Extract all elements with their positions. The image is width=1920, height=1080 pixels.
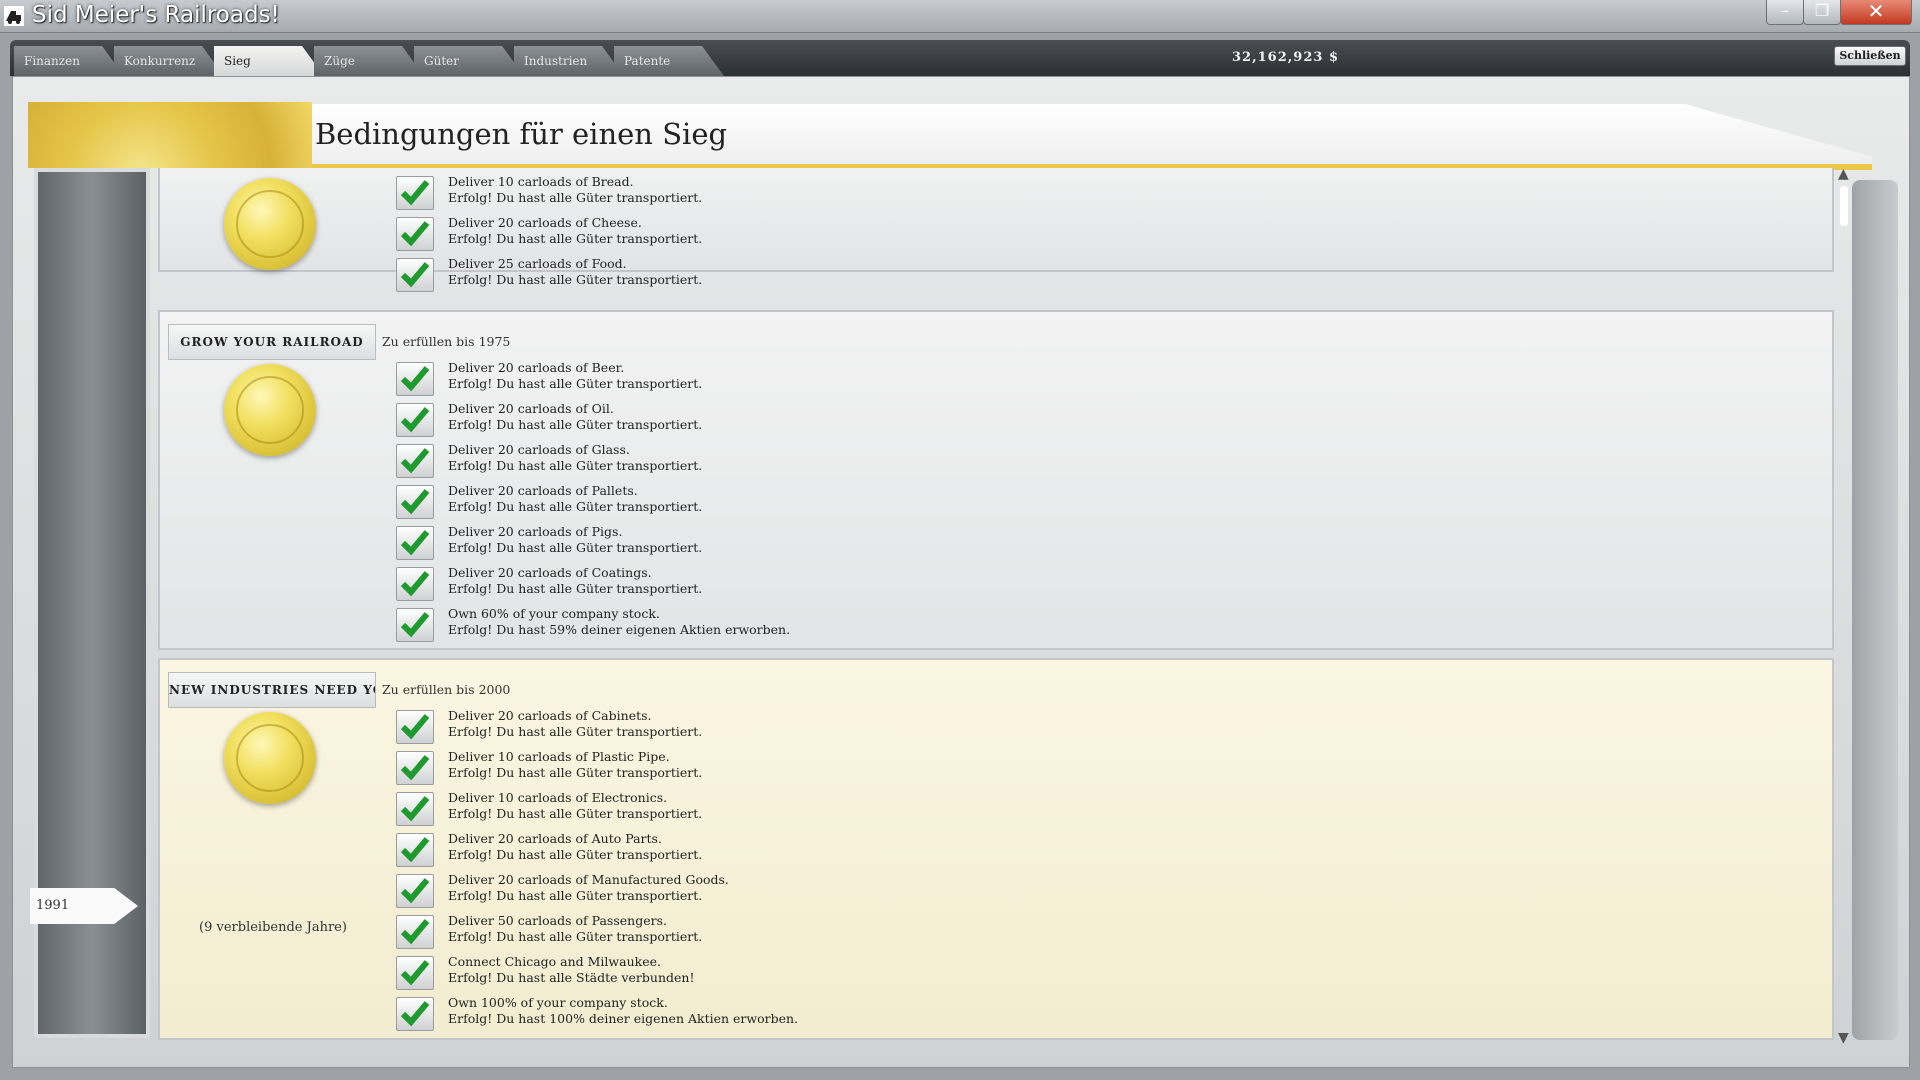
section-deadline: Zu erfüllen bis 2000 xyxy=(382,682,511,697)
condition-task: Deliver 50 carloads of Passengers. xyxy=(448,913,667,928)
gold-medal-icon xyxy=(224,712,316,804)
condition-task: Deliver 10 carloads of Plastic Pipe. xyxy=(448,749,670,764)
condition-task: Deliver 20 carloads of Auto Parts. xyxy=(448,831,662,846)
window-close-button[interactable]: ✕ xyxy=(1840,0,1912,25)
scroll-down-icon[interactable]: ▼ xyxy=(1838,1030,1849,1046)
tab-sieg[interactable]: Sieg xyxy=(214,46,324,76)
checkmark-icon xyxy=(396,567,434,601)
tab-bar: Finanzen Konkurrenz Sieg Züge Güter Indu… xyxy=(10,40,1910,76)
tab-zuege[interactable]: Züge xyxy=(314,46,424,76)
condition-status: Erfolg! Du hast alle Güter transportiert… xyxy=(448,231,703,246)
condition-task: Deliver 20 carloads of Coatings. xyxy=(448,565,652,580)
tab-industrien[interactable]: Industrien xyxy=(514,46,624,76)
remaining-years: (9 verbleibende Jahre) xyxy=(199,920,347,935)
checkmark-icon xyxy=(396,444,434,478)
condition-task: Deliver 20 carloads of Pigs. xyxy=(448,524,623,539)
gold-medal-icon xyxy=(224,364,316,456)
conditions-list[interactable]: Deliver 10 carloads of Bread. Erfolg! Du … xyxy=(158,168,1834,1041)
condition-task: Own 100% of your company stock. xyxy=(448,995,668,1010)
condition-status: Erfolg! Du hast alle Güter transportiert… xyxy=(448,499,703,514)
checkmark-icon xyxy=(396,956,434,990)
condition-status: Erfolg! Du hast alle Güter transportiert… xyxy=(448,888,703,903)
checkmark-icon xyxy=(396,710,434,744)
checkmark-icon xyxy=(396,362,434,396)
condition-status: Erfolg! Du hast 59% deiner eigenen Aktie… xyxy=(448,622,791,637)
header-medal-decoration xyxy=(28,102,312,168)
condition-status: Erfolg! Du hast alle Güter transportiert… xyxy=(448,376,703,391)
gold-medal-icon xyxy=(224,178,316,270)
checkmark-icon xyxy=(396,915,434,949)
section-name: NEW INDUSTRIES NEED YOUR RA xyxy=(168,672,376,708)
money-display: 32,162,923 $ xyxy=(1232,50,1339,65)
section-name: GROW YOUR RAILROAD xyxy=(168,324,376,360)
checkmark-icon xyxy=(396,258,434,292)
condition-status: Erfolg! Du hast alle Güter transportiert… xyxy=(448,272,703,287)
condition-task: Deliver 20 carloads of Oil. xyxy=(448,401,614,416)
tab-finanzen[interactable]: Finanzen xyxy=(14,46,124,76)
condition-status: Erfolg! Du hast alle Güter transportiert… xyxy=(448,458,703,473)
condition-status: Erfolg! Du hast alle Städte verbunden! xyxy=(448,970,695,985)
scrollbar-thumb[interactable] xyxy=(1840,186,1848,226)
condition-status: Erfolg! Du hast alle Güter transportiert… xyxy=(448,724,703,739)
condition-status: Erfolg! Du hast alle Güter transportiert… xyxy=(448,847,703,862)
window-titlebar: Sid Meier's Railroads! – ❐ ✕ xyxy=(0,0,1920,33)
condition-task: Deliver 25 carloads of Food. xyxy=(448,256,627,271)
condition-task: Deliver 20 carloads of Pallets. xyxy=(448,483,638,498)
victory-section: GROW YOUR RAILROAD Zu erfüllen bis 1975 … xyxy=(158,310,1834,650)
condition-task: Deliver 20 carloads of Beer. xyxy=(448,360,625,375)
checkmark-icon xyxy=(396,833,434,867)
condition-task: Deliver 20 carloads of Manufactured Good… xyxy=(448,872,729,887)
section-deadline: Zu erfüllen bis 1975 xyxy=(382,334,511,349)
checkmark-icon xyxy=(396,751,434,785)
checkmark-icon xyxy=(396,874,434,908)
checkmark-icon xyxy=(396,997,434,1031)
condition-status: Erfolg! Du hast alle Güter transportiert… xyxy=(448,417,703,432)
condition-task: Deliver 10 carloads of Electronics. xyxy=(448,790,668,805)
tab-patente[interactable]: Patente xyxy=(614,46,724,76)
condition-status: Erfolg! Du hast alle Güter transportiert… xyxy=(448,581,703,596)
checkmark-icon xyxy=(396,792,434,826)
checkmark-icon xyxy=(396,526,434,560)
condition-task: Deliver 20 carloads of Glass. xyxy=(448,442,630,457)
condition-status: Erfolg! Du hast alle Güter transportiert… xyxy=(448,190,703,205)
condition-task: Deliver 10 carloads of Bread. xyxy=(448,174,634,189)
victory-section-current: NEW INDUSTRIES NEED YOUR RA Zu erfüllen … xyxy=(158,658,1834,1040)
frame-side-decoration xyxy=(1852,180,1898,1040)
tab-konkurrenz[interactable]: Konkurrenz xyxy=(114,46,224,76)
condition-task: Deliver 20 carloads of Cheese. xyxy=(448,215,642,230)
scroll-up-icon[interactable]: ▲ xyxy=(1838,166,1849,182)
checkmark-icon xyxy=(396,403,434,437)
condition-status: Erfolg! Du hast alle Güter transportiert… xyxy=(448,929,703,944)
window-title: Sid Meier's Railroads! xyxy=(32,2,280,28)
condition-status: Erfolg! Du hast alle Güter transportiert… xyxy=(448,540,703,555)
checkmark-icon xyxy=(396,485,434,519)
condition-task: Connect Chicago and Milwaukee. xyxy=(448,954,661,969)
maximize-button[interactable]: ❐ xyxy=(1803,0,1841,25)
checkmark-icon xyxy=(396,217,434,251)
condition-task: Own 60% of your company stock. xyxy=(448,606,660,621)
condition-status: Erfolg! Du hast 100% deiner eigenen Akti… xyxy=(448,1011,799,1026)
condition-status: Erfolg! Du hast alle Güter transportiert… xyxy=(448,806,703,821)
checkmark-icon xyxy=(396,608,434,642)
close-panel-button[interactable]: Schließen xyxy=(1834,46,1906,66)
condition-task: Deliver 20 carloads of Cabinets. xyxy=(448,708,652,723)
page-title: Bedingungen für einen Sieg xyxy=(315,117,728,151)
train-app-icon xyxy=(4,6,24,26)
tab-gueter[interactable]: Güter xyxy=(414,46,524,76)
checkmark-icon xyxy=(396,176,434,210)
victory-section: Deliver 10 carloads of Bread. Erfolg! Du … xyxy=(158,168,1834,292)
minimize-button[interactable]: – xyxy=(1766,0,1804,25)
condition-status: Erfolg! Du hast alle Güter transportiert… xyxy=(448,765,703,780)
